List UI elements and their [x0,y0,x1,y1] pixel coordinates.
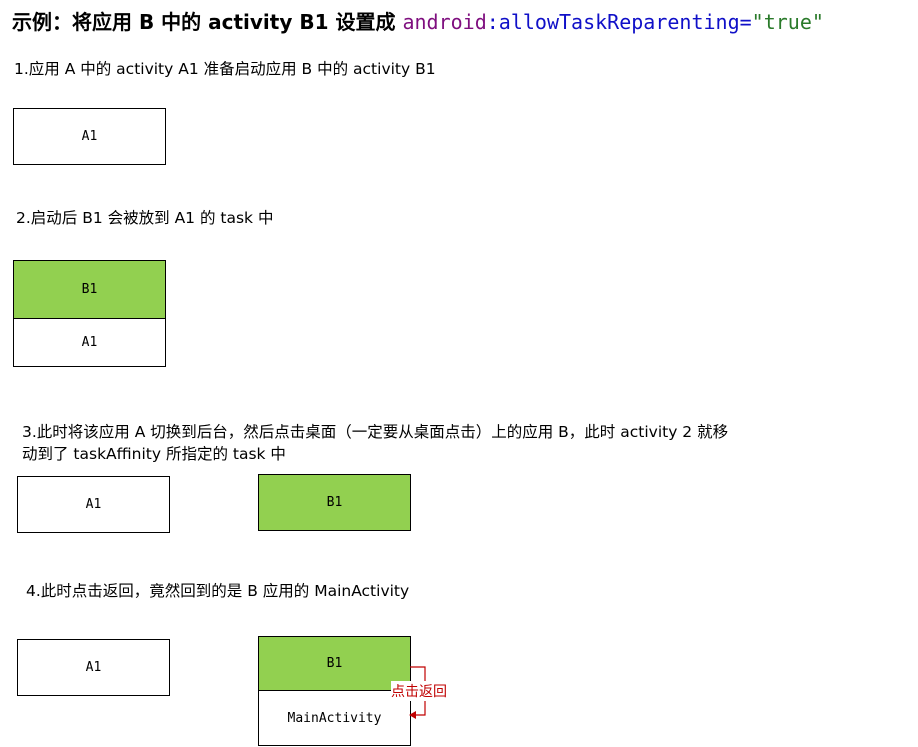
page-title: 示例：将应用 B 中的 activity B1 设置成 android:allo… [12,6,824,35]
step-3-text-line-1: 3.此时将该应用 A 切换到后台，然后点击桌面（一定要从桌面点击）上的应用 B，… [22,423,729,441]
step-1-text: 1.应用 A 中的 activity A1 准备启动应用 B 中的 activi… [14,60,436,78]
title-attr-name: :allowTaskReparenting [486,10,740,34]
title-equals: = [739,10,752,34]
title-attr-namespace: android [402,10,487,34]
title-prefix: 示例：将应用 B 中的 activity B1 设置成 [12,10,403,34]
step-3-text-line-2: 动到了 taskAffinity 所指定的 task 中 [22,445,286,463]
step-2-text: 2.启动后 B1 会被放到 A1 的 task 中 [16,209,274,227]
step-2-activity-b1: B1 [14,261,165,318]
title-attr-value: "true" [751,10,824,34]
step-4-task-stack: B1 MainActivity [258,636,411,746]
back-label: 点击返回 [391,681,447,701]
step-3-activity-a1: A1 [17,476,170,533]
step-4-activity-b1: B1 [259,637,410,690]
step-4-text: 4.此时点击返回，竟然回到的是 B 应用的 MainActivity [26,582,410,600]
step-2-task-stack: B1 A1 [13,260,166,367]
step-3-activity-b1: B1 [258,474,411,531]
step-4-activity-main: MainActivity [259,690,410,745]
step-1-activity-a1: A1 [13,108,166,165]
step-4-activity-a1: A1 [17,639,170,696]
step-2-activity-a1: A1 [14,318,165,366]
